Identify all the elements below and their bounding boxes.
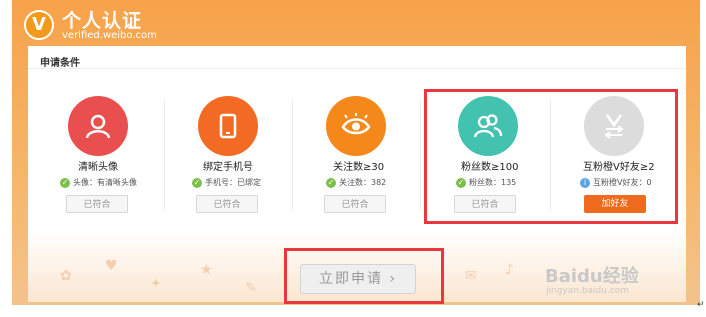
apply-now-button[interactable]: 立即申请 ›: [300, 264, 416, 294]
card-divider: [420, 100, 421, 210]
page-title: 个人认证: [62, 10, 143, 32]
check-icon: ✓: [326, 177, 336, 188]
card-title: 清晰头像: [78, 162, 118, 173]
card-title: 绑定手机号: [203, 162, 253, 173]
status-button-met[interactable]: 已符合: [196, 195, 258, 213]
tablet-icon: [198, 96, 258, 156]
section-divider: [28, 68, 686, 69]
status-button-met[interactable]: 已符合: [324, 195, 386, 213]
decoration-icon: ✿: [60, 268, 72, 284]
check-icon: ✓: [60, 177, 70, 188]
decoration-icon: ♪: [505, 262, 514, 278]
section-title: 申请条件: [40, 58, 80, 69]
watermark-url: jingyan.baidu.com: [546, 286, 630, 296]
weibo-v-logo-icon[interactable]: V: [24, 10, 54, 40]
check-icon: ✓: [192, 177, 202, 188]
eye-icon: [326, 96, 386, 156]
decoration-icon: ♥: [105, 258, 118, 274]
return-mark-icon: ↵: [697, 300, 705, 310]
card-status: ✓ 头像：有清晰头像: [60, 177, 137, 188]
decoration-icon: ✦: [150, 276, 162, 292]
card-status: ✓ 关注数：382: [326, 177, 387, 188]
user-icon: [68, 96, 128, 156]
decoration-icon: ★: [200, 262, 213, 278]
page: V 个人认证 verified.weibo.com 申请条件 清晰头像 ✓ 头像：…: [0, 0, 706, 317]
card-title: 关注数≥30: [333, 162, 385, 173]
card-status: ✓ 手机号：已绑定: [192, 177, 261, 188]
status-button-met[interactable]: 已符合: [66, 195, 128, 213]
decoration-icon: ✎: [245, 280, 257, 296]
watermark-logo: Baidu经验: [545, 266, 639, 287]
site-url: verified.weibo.com: [62, 30, 157, 41]
highlight-frame-fans: [424, 89, 678, 224]
decoration-icon: ✉: [465, 268, 477, 284]
